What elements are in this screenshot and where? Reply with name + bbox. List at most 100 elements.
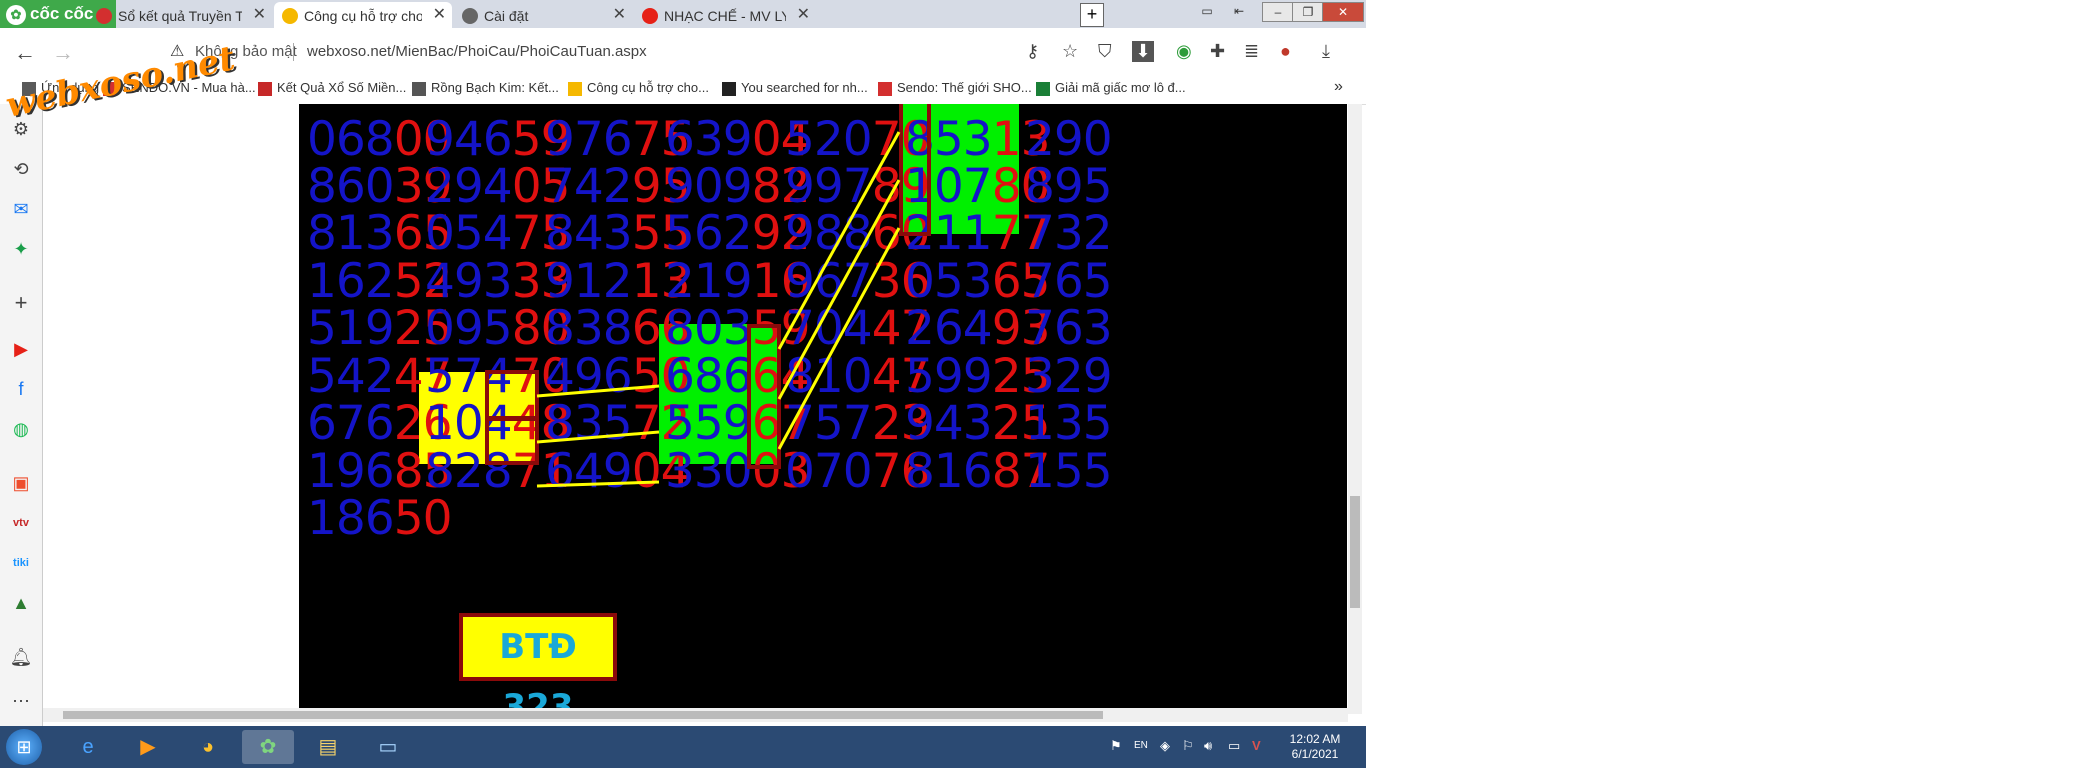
spotify-icon[interactable]: ◍ [8,416,34,442]
bookmarks-overflow-icon[interactable]: » [1334,78,1343,96]
vertical-scrollbar[interactable] [1348,104,1362,714]
youtube-icon[interactable]: ▶ [8,336,34,362]
tab-favicon-icon [642,8,658,25]
bookmark-item[interactable]: You searched for nh... [722,80,868,96]
browser-tab[interactable]: NHẠC CHẾ - MV LYRIC | E ✕ [634,2,816,28]
tab-favicon-icon [96,8,112,25]
window-switcher-icon[interactable]: ▭ [362,730,414,764]
tab-close-icon[interactable]: ✕ [433,2,446,28]
bookmark-label: Sendo: Thế giới SHO... [897,80,1032,95]
tab-label: Sổ kết quả Truyền Thống - T [118,8,242,25]
screen: ✿cốc cốc Sổ kết quả Truyền Thống - T✕Côn… [0,0,1366,768]
monitor-icon[interactable]: ▭ [1228,738,1240,754]
notification-bell-icon[interactable]: 🔔︎ [8,644,34,670]
brand-label: cốc cốc [30,4,94,23]
tab-close-icon[interactable]: ✕ [797,2,810,28]
network-icon[interactable]: ⚑ [1110,738,1122,754]
bookmark-label: Giải mã giấc mơ lô đ... [1055,80,1186,95]
bookmark-favicon-icon [568,81,582,96]
restore-button[interactable]: ❐ [1292,2,1324,22]
vertical-scroll-thumb[interactable] [1350,496,1360,608]
profile-icon[interactable]: ● [1280,41,1291,62]
horizontal-scroll-thumb[interactable] [63,711,1103,719]
clock-date: 6/1/2021 [1291,747,1339,761]
bookmark-label: Công cụ hỗ trợ cho... [587,80,709,95]
facebook-icon[interactable]: f [8,376,34,402]
bookmark-item[interactable]: Sendo: Thế giới SHO... [878,80,1032,96]
coccoc-logo-icon: ✿ [6,4,26,25]
browser-tab[interactable]: Công cụ hỗ trợ cho người ch ✕ [274,2,452,28]
flag-icon[interactable]: ⚐ [1182,738,1194,754]
coccoc-taskbar-icon[interactable]: ✿ [242,730,294,764]
taskbar-clock[interactable]: 12:02 AM 6/1/2021 [1285,732,1345,762]
media-player-icon[interactable]: ▶ [122,730,174,764]
download-icon[interactable]: ⤓ [1322,41,1330,62]
close-window-button[interactable]: ✕ [1322,2,1364,22]
horizontal-scrollbar[interactable] [43,708,1348,722]
lottery-board: 06800 94659 97675 63904 52070 85313 290 86039 29… [299,104,1347,711]
page-content: 06800 94659 97675 63904 52070 85313 290 86039 29… [43,104,1361,717]
internet-explorer-icon[interactable]: e [62,730,114,764]
minimize-button[interactable]: – [1262,2,1294,22]
tab-label: Công cụ hỗ trợ cho người ch [304,8,422,25]
history-icon[interactable]: ⟲ [8,156,34,182]
clock-time: 12:02 AM [1289,732,1341,746]
file-explorer-icon[interactable]: ▤ [302,730,354,764]
tab-favicon-icon [282,8,298,25]
game-controller-icon[interactable]: ✦ [8,236,34,262]
connector-line [536,480,660,488]
tab-label: Cài đặt [484,8,529,25]
tiki-icon[interactable]: tiki [8,550,34,576]
more-icon[interactable]: ⋯ [8,688,34,714]
vtv-icon[interactable]: vtv [8,510,34,536]
new-tab-button[interactable]: + [1080,3,1104,27]
connector-line [777,227,901,450]
sidebar: ⚙ ⟲ ✉ ✦ + ▶ f ◍ ▣ vtv tiki ▲ 🔔︎ ⋯ [0,104,43,726]
bookmark-item[interactable]: Giải mã giấc mơ lô đ... [1036,80,1186,96]
shield-icon[interactable]: ⛉ [1098,41,1112,62]
bookmark-item[interactable]: Kết Quả Xổ Số Miền... [258,80,406,96]
messenger-icon[interactable]: ✉ [8,196,34,222]
key-icon[interactable]: ⚷ [1026,41,1039,62]
shopee-icon[interactable]: ▣ [8,470,34,496]
keyboard-icon[interactable]: EN [1134,740,1148,751]
browser-tab[interactable]: Sổ kết quả Truyền Thống - T ✕ [88,2,272,28]
tray-app-icon[interactable]: ◈ [1160,738,1170,754]
bookmark-favicon-icon [1036,81,1050,96]
connector-line [536,430,660,444]
bookmark-favicon-icon [258,81,272,96]
bookmark-label: Kết Quả Xổ Số Miền... [277,80,407,95]
add-sidebar-app-icon[interactable]: + [8,290,34,316]
bookmark-label: Rồng Bạch Kim: Kết... [431,80,559,95]
connector-line [777,131,901,350]
extension-icon[interactable]: ◉ [1176,41,1192,62]
forward-icon[interactable]: → [52,40,74,66]
bookmark-item[interactable]: Rồng Bạch Kim: Kết... [412,80,559,96]
back-to-tab-icon[interactable]: ⇤ [1228,2,1250,20]
tab-favicon-icon [462,8,478,25]
start-button[interactable]: ⊞ [6,729,42,765]
vietkey-icon[interactable]: V [1252,738,1261,753]
education-icon[interactable]: ▲ [8,590,34,616]
bookmark-favicon-icon [878,81,892,96]
bookmark-favicon-icon [412,81,426,96]
address-separator [293,43,294,61]
volume-icon[interactable]: 🔊︎ [1204,738,1212,754]
tab-close-icon[interactable]: ✕ [253,2,266,28]
url-input[interactable]: webxoso.net/MienBac/PhoiCau/PhoiCauTuan.… [307,43,647,60]
bookmark-favicon-icon [722,81,736,96]
connector-line [536,384,660,398]
tab-strip: ✿cốc cốc Sổ kết quả Truyền Thống - T✕Côn… [0,0,1366,28]
playlist-icon[interactable]: ≣ [1244,41,1259,62]
puzzle-icon[interactable]: ✚ [1210,41,1225,62]
back-icon[interactable]: ← [14,40,36,66]
browser-tab[interactable]: Cài đặt ✕ [454,2,632,28]
chrome-icon[interactable]: ◕ [182,730,234,764]
bookmark-star-icon[interactable]: ☆ [1062,41,1078,62]
tab-close-icon[interactable]: ✕ [613,2,626,28]
download-savior-icon[interactable]: ⬇ [1132,41,1154,62]
bookmark-label: You searched for nh... [741,80,868,95]
tab-search-icon[interactable]: ▭ [1196,2,1218,20]
taskbar: ⊞ e ▶ ◕ ✿ ▤ ▭ ⚑ EN ◈ ⚐ 🔊︎ ▭ V 12:02 AM 6… [0,726,1366,768]
bookmark-item[interactable]: Công cụ hỗ trợ cho... [568,80,709,96]
